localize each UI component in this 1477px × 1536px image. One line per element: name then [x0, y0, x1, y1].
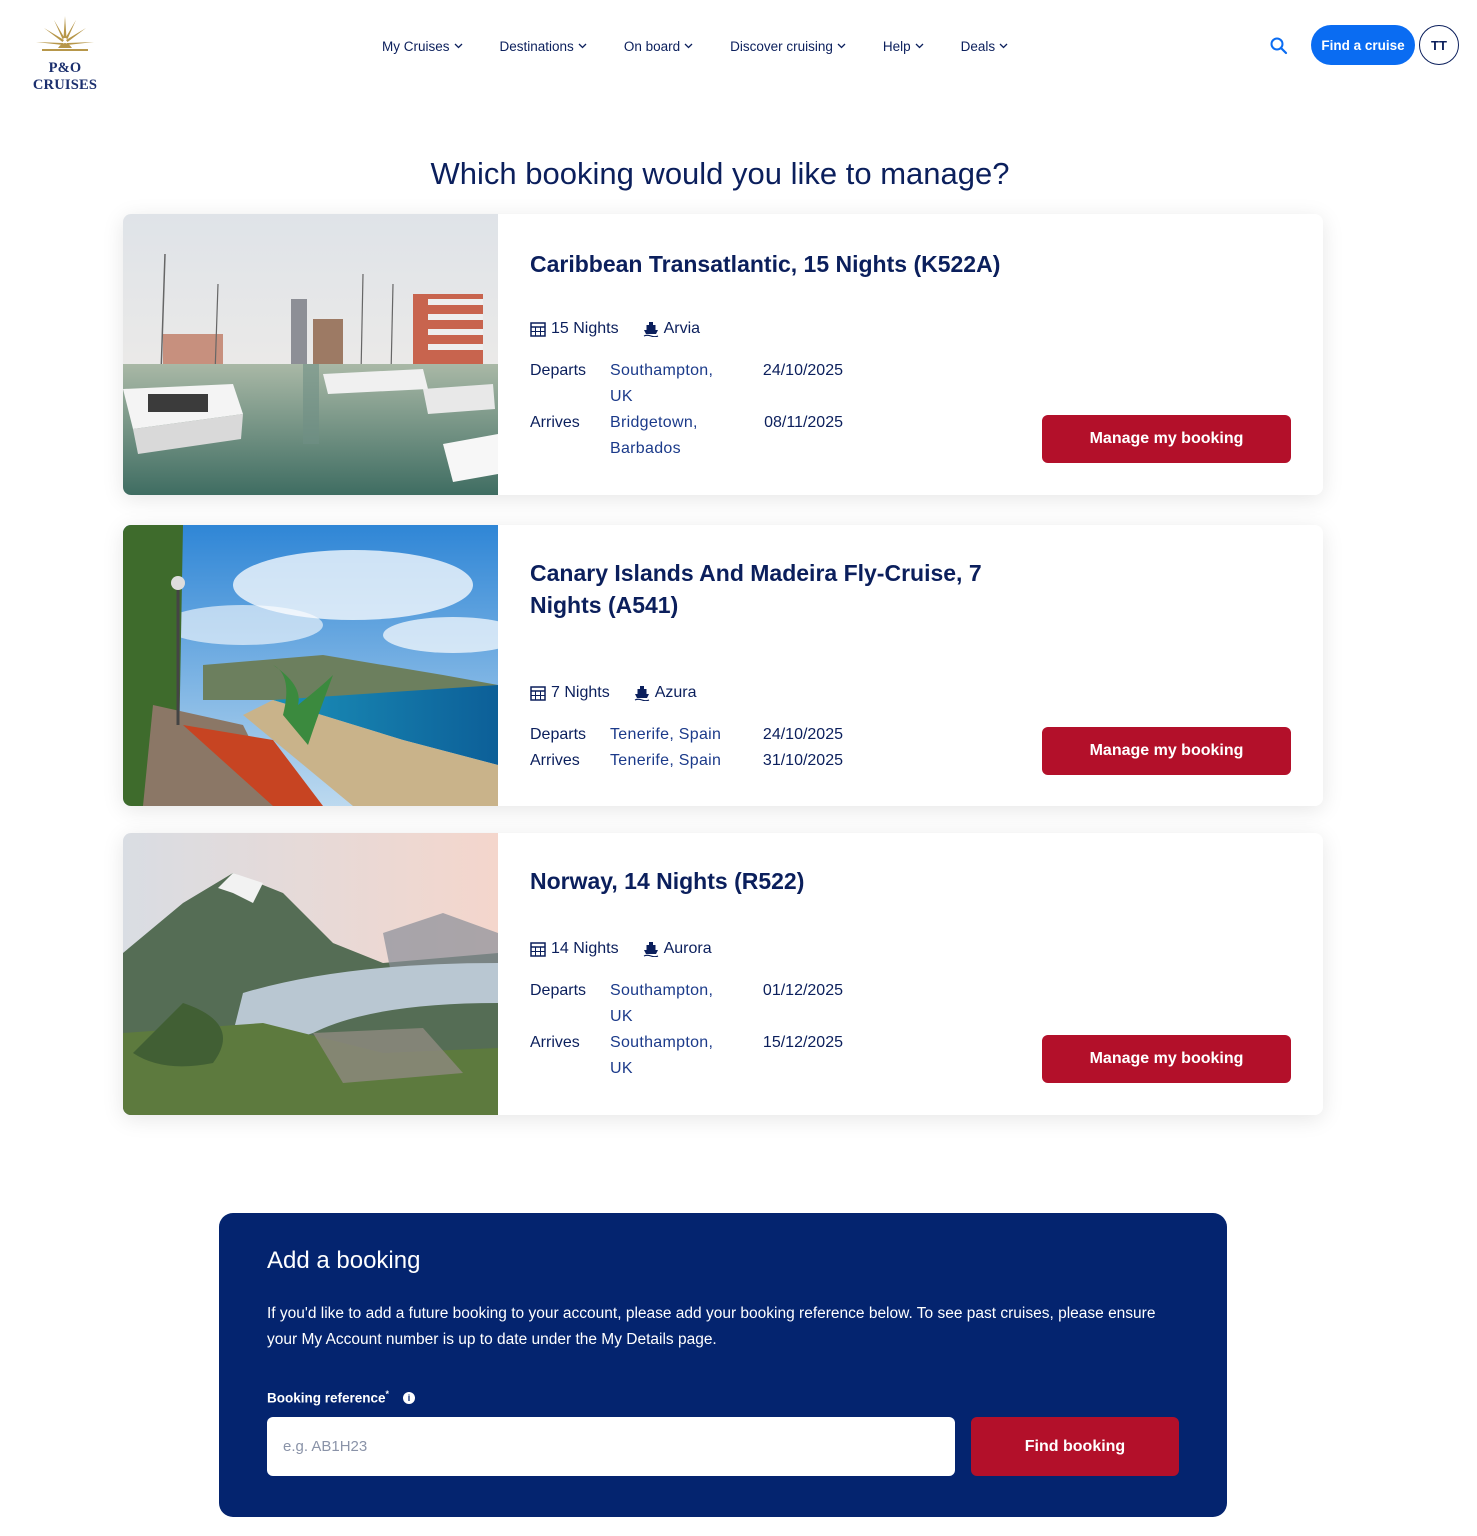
nav-label: Destinations — [499, 38, 574, 54]
chevron-down-icon — [684, 43, 693, 49]
nav-label: Help — [882, 38, 911, 54]
booking-title: Caribbean Transatlantic, 15 Nights (K522… — [530, 251, 1001, 277]
brand-name: P&O CRUISES — [32, 60, 98, 93]
page-title: Which booking would you like to manage? — [430, 156, 1010, 191]
chevron-down-icon — [837, 43, 846, 49]
departs-port: Southampton, UK — [610, 362, 714, 405]
required-mark: * — [385, 1389, 390, 1399]
nav-deals[interactable]: Deals — [961, 36, 1009, 56]
manage-booking-button[interactable]: Manage my booking — [1042, 1035, 1291, 1083]
departs-date: 24/10/2025 — [762, 726, 843, 743]
field-label-text: Booking reference — [267, 1390, 386, 1406]
arrives-label: Arrives — [530, 752, 580, 769]
sunburst-logo-icon — [36, 16, 94, 51]
arrives-label: Arrives — [530, 1034, 580, 1051]
manage-booking-button[interactable]: Manage my booking — [1042, 727, 1291, 775]
search-icon — [1270, 37, 1288, 55]
add-booking-description: If you'd like to add a future booking to… — [267, 1305, 1156, 1348]
ship-icon — [643, 322, 658, 337]
site-header: P&O CRUISES My Cruises Destinations On b… — [0, 0, 1477, 96]
nav-my-cruises[interactable]: My Cruises — [382, 36, 463, 56]
calendar-icon — [530, 686, 546, 701]
beach-photo — [123, 525, 498, 806]
booking-title: Norway, 14 Nights (R522) — [530, 868, 805, 894]
marina-photo — [123, 214, 498, 495]
calendar-icon — [530, 942, 546, 957]
chevron-down-icon — [999, 43, 1008, 49]
booking-meta: 7 Nights Azura — [530, 684, 721, 702]
arrives-date: 15/12/2025 — [762, 1034, 843, 1051]
chevron-down-icon — [915, 43, 924, 49]
booking-title: Canary Islands And Madeira Fly-Cruise, 7… — [530, 560, 982, 618]
nights-count: 15 Nights — [551, 320, 619, 337]
fjord-photo — [123, 833, 498, 1115]
departs-date: 01/12/2025 — [762, 982, 843, 999]
ship-icon — [643, 942, 658, 957]
ship-name: Azura — [654, 684, 697, 701]
nav-label: Deals — [960, 38, 996, 54]
nights-count: 14 Nights — [551, 940, 619, 957]
booking-card: Caribbean Transatlantic, 15 Nights (K522… — [123, 214, 1323, 495]
search-button[interactable] — [1269, 36, 1289, 56]
booking-card: Norway, 14 Nights (R522) 14 Nights Auror… — [123, 833, 1323, 1115]
find-a-cruise-button[interactable]: Find a cruise — [1311, 25, 1415, 65]
departs-label: Departs — [530, 362, 587, 379]
ship-name: Arvia — [663, 320, 701, 337]
booking-reference-label: Booking reference* — [267, 1389, 389, 1406]
departs-port: Southampton, UK — [610, 982, 714, 1025]
departs-label: Departs — [530, 726, 587, 743]
booking-reference-input[interactable] — [267, 1417, 955, 1476]
manage-booking-button[interactable]: Manage my booking — [1042, 415, 1291, 463]
arrives-date: 31/10/2025 — [762, 752, 843, 769]
nav-label: On board — [623, 38, 681, 54]
brand-logo[interactable]: P&O CRUISES — [20, 16, 110, 93]
nav-help[interactable]: Help — [883, 36, 924, 56]
arrives-port: Bridgetown, Barbados — [610, 414, 698, 457]
info-icon[interactable]: i — [403, 1392, 415, 1404]
nav-on-board[interactable]: On board — [624, 36, 693, 56]
arrives-port: Tenerife, Spain — [610, 752, 722, 769]
add-booking-panel: Add a booking If you'd like to add a fut… — [219, 1213, 1227, 1517]
nav-discover-cruising[interactable]: Discover cruising — [730, 36, 846, 56]
account-avatar[interactable]: TT — [1419, 25, 1459, 65]
main-nav: My Cruises Destinations On board Discove… — [382, 36, 1045, 56]
arrives-label: Arrives — [530, 414, 580, 431]
ship-name: Aurora — [663, 940, 712, 957]
nav-label: My Cruises — [382, 38, 450, 54]
nav-label: Discover cruising — [730, 38, 833, 54]
booking-meta: 14 Nights Aurora — [530, 940, 736, 958]
booking-meta: 15 Nights Arvia — [530, 320, 724, 338]
add-booking-title: Add a booking — [267, 1247, 421, 1274]
find-booking-button[interactable]: Find booking — [971, 1417, 1179, 1476]
chevron-down-icon — [454, 43, 462, 49]
booking-card: Canary Islands And Madeira Fly-Cruise, 7… — [123, 525, 1323, 806]
arrives-port: Southampton, UK — [610, 1034, 714, 1077]
departs-label: Departs — [530, 982, 587, 999]
departs-port: Tenerife, Spain — [610, 726, 722, 743]
arrives-date: 08/11/2025 — [764, 414, 843, 431]
calendar-icon — [530, 322, 546, 337]
departs-date: 24/10/2025 — [762, 362, 843, 379]
ship-icon — [634, 686, 649, 701]
nav-destinations[interactable]: Destinations — [500, 36, 587, 56]
chevron-down-icon — [578, 43, 587, 49]
nights-count: 7 Nights — [551, 684, 610, 701]
